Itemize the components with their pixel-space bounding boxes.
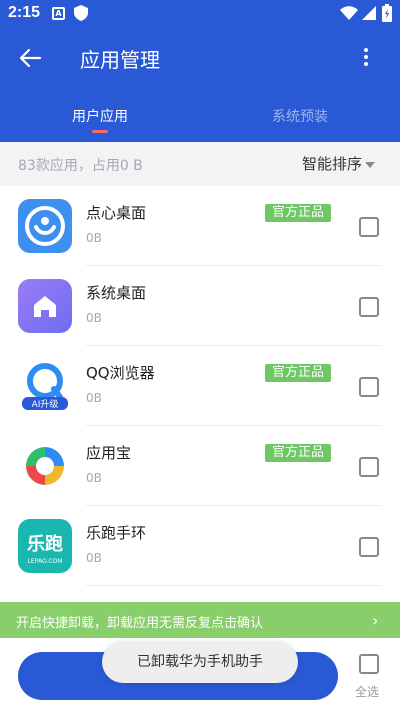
lepao-icon: 乐跑 LEPAO.COM (18, 519, 72, 573)
app-name: QQ浏览器 (86, 364, 155, 382)
signal-icon (362, 6, 376, 20)
app-checkbox[interactable] (359, 377, 379, 397)
header: 2:15 A 应用管理 用户应用 系统预装 (0, 0, 400, 142)
chevron-right-icon: › (372, 611, 379, 630)
battery-icon (382, 4, 392, 22)
list-item[interactable]: 应用宝 0B 官方正品 (0, 426, 400, 506)
toast-message: 已卸载华为手机助手 (102, 641, 298, 683)
app-name: 乐跑手环 (86, 524, 147, 542)
lepao-icon-label: 乐跑 (27, 533, 63, 555)
qq-icon-label: AI升级 (32, 398, 59, 410)
app-size: 0B (86, 391, 102, 405)
official-badge: 官方正品 (265, 364, 331, 382)
tab-user-apps[interactable]: 用户应用 (0, 106, 200, 126)
list-item[interactable]: 系统桌面 0B (0, 266, 400, 346)
app-size: 0B (86, 231, 102, 245)
app-bar: 应用管理 (0, 28, 400, 88)
sort-dropdown[interactable]: 智能排序 (302, 153, 376, 174)
more-options-icon[interactable] (354, 42, 378, 74)
shield-icon (74, 5, 88, 21)
official-badge: 官方正品 (265, 204, 331, 222)
app-name: 应用宝 (86, 444, 132, 462)
lepao-icon-sublabel: LEPAO.COM (28, 558, 63, 565)
yingyongbao-icon (18, 439, 72, 493)
page-title: 应用管理 (80, 48, 160, 72)
caret-down-icon (365, 161, 376, 168)
official-badge: 官方正品 (265, 444, 331, 462)
dianxin-icon (18, 199, 72, 253)
app-name: 系统桌面 (86, 284, 147, 302)
app-checkbox[interactable] (359, 457, 379, 477)
list-item[interactable]: 点心桌面 0B 官方正品 (0, 186, 400, 266)
app-checkbox[interactable] (359, 217, 379, 237)
app-checkbox[interactable] (359, 537, 379, 557)
qq-browser-icon: AI升级 (18, 359, 72, 413)
back-arrow-icon[interactable] (14, 42, 46, 74)
status-time: 2:15 (8, 4, 41, 21)
app-size: 0B (86, 551, 102, 565)
app-checkbox[interactable] (359, 297, 379, 317)
quick-uninstall-banner[interactable]: 开启快捷卸载，卸载应用无需反复点击确认 › (0, 602, 400, 638)
list-item[interactable]: AI升级 QQ浏览器 0B 官方正品 (0, 346, 400, 426)
tab-system-apps[interactable]: 系统预装 (200, 106, 400, 126)
app-name: 点心桌面 (86, 204, 147, 222)
app-size: 0B (86, 471, 102, 485)
app-size: 0B (86, 311, 102, 325)
promo-text: 开启快捷卸载，卸载应用无需反复点击确认 (16, 616, 264, 631)
app-count-summary: 83款应用，占用0 B (18, 158, 143, 174)
divider (86, 585, 382, 586)
select-all-checkbox[interactable] (359, 654, 379, 674)
tab-bar: 用户应用 系统预装 (0, 96, 400, 142)
select-all-label: 全选 (355, 685, 380, 699)
status-bar: 2:15 A (0, 0, 400, 28)
notification-a-icon: A (52, 7, 65, 20)
sort-label: 智能排序 (302, 155, 363, 173)
list-item[interactable]: 乐跑 LEPAO.COM 乐跑手环 0B (0, 506, 400, 586)
home-icon (18, 279, 72, 333)
tab-indicator (92, 130, 108, 133)
summary-bar: 83款应用，占用0 B 智能排序 (0, 142, 400, 186)
wifi-icon (340, 6, 358, 20)
